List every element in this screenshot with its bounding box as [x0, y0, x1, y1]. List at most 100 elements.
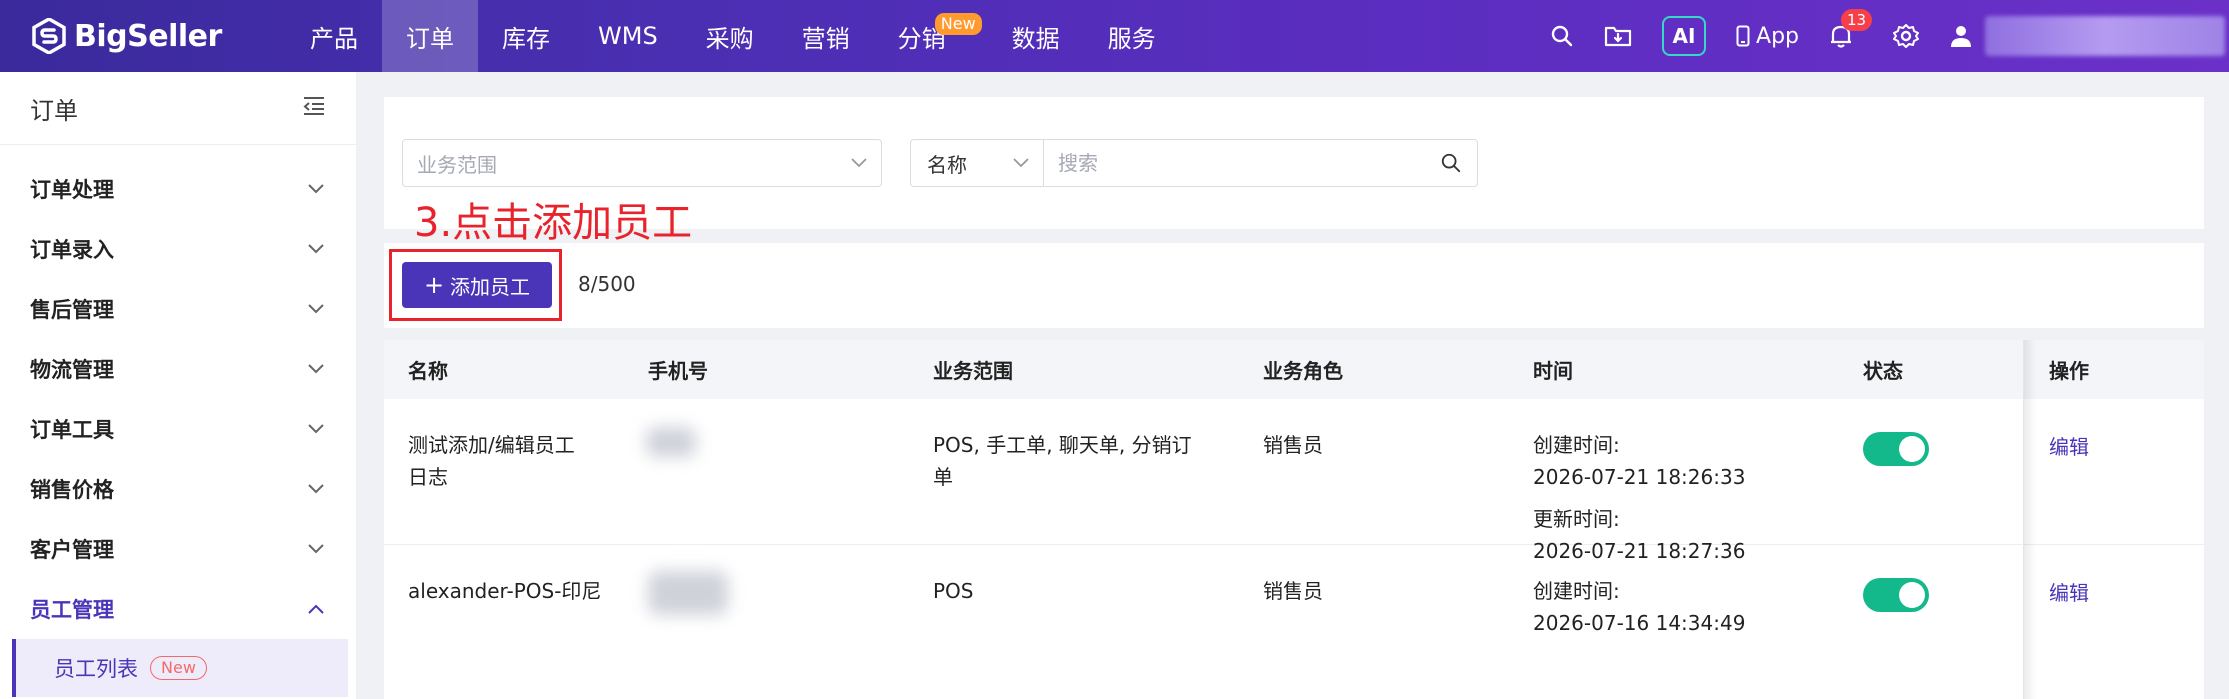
bigseller-logo-icon: [32, 18, 66, 54]
ai-button[interactable]: AI: [1662, 16, 1707, 56]
search-type-select[interactable]: 名称: [911, 140, 1044, 186]
nav-item-data[interactable]: 数据: [988, 0, 1084, 72]
nav-item-orders[interactable]: 订单: [382, 0, 478, 72]
sidebar-subitem-label: 员工列表: [54, 657, 138, 681]
nav-item-purchase[interactable]: 采购: [682, 0, 778, 72]
business-scope-select[interactable]: 业务范围: [402, 139, 882, 187]
top-navigation-bar: BigSeller 产品 订单 库存 WMS 采购 营销 分销 New 数据 服…: [0, 0, 2229, 72]
edit-link[interactable]: 编辑: [2049, 431, 2089, 460]
nav-label: 服务: [1107, 24, 1156, 53]
sidebar-item-customers[interactable]: 客户管理: [0, 519, 356, 579]
created-time: 2026-07-21 18:26:33: [1533, 465, 1746, 489]
time-info: 创建时间: 2026-07-16 14:34:49: [1533, 575, 1745, 639]
chevron-up-icon: [308, 604, 324, 614]
ai-label: AI: [1672, 24, 1696, 48]
business-scope-line: 单: [933, 465, 953, 489]
sidebar-menu: 订单处理 订单录入 售后管理 物流管理 订单工具 销售价格 客户管理 员工管理 …: [0, 145, 356, 697]
business-scope: POS: [933, 579, 974, 603]
chevron-down-icon: [851, 158, 867, 168]
sidebar: 订单 订单处理 订单录入 售后管理 物流管理 订单工具 销售价格 客户管理 员工…: [0, 72, 356, 699]
nav-label: 订单: [406, 24, 454, 53]
table-row: alexander-POS-印尼 POS 销售员 创建时间: 2026-07-1…: [384, 545, 2204, 699]
folder-download-icon[interactable]: [1604, 24, 1632, 48]
nav-item-wms[interactable]: WMS: [574, 0, 682, 72]
notification-count-badge: 13: [1841, 9, 1873, 31]
chevron-down-icon: [308, 424, 324, 434]
mobile-phone-icon: [1736, 25, 1750, 47]
staff-name: alexander-POS-印尼: [408, 579, 602, 603]
chevron-down-icon: [308, 484, 324, 494]
search-group: 名称: [910, 139, 1478, 187]
phone-number-redacted: [648, 571, 728, 615]
sidebar-item-label: 员工管理: [30, 598, 114, 622]
gear-icon[interactable]: [1893, 23, 1919, 49]
user-account-name-redacted[interactable]: [1985, 16, 2225, 56]
bigseller-logo[interactable]: BigSeller: [32, 18, 272, 54]
main-nav: 产品 订单 库存 WMS 采购 营销 分销 New 数据 服务: [286, 0, 1180, 72]
table-row: 测试添加/编辑员工 日志 POS, 手工单, 聊天单, 分销订 单 销售员 创建…: [384, 399, 2204, 563]
nav-label: WMS: [598, 22, 658, 50]
add-staff-label: 添加员工: [450, 274, 531, 299]
sidebar-item-order-processing[interactable]: 订单处理: [0, 159, 356, 219]
staff-name-line: 日志: [408, 465, 448, 489]
nav-item-distribution[interactable]: 分销 New: [874, 0, 982, 72]
created-label: 创建时间:: [1533, 579, 1620, 603]
search-icon[interactable]: [1550, 24, 1574, 48]
user-icon[interactable]: [1949, 24, 1973, 48]
toolbar-panel: [384, 243, 2204, 328]
nav-item-marketing[interactable]: 营销: [778, 0, 874, 72]
sidebar-header: 订单: [0, 72, 356, 145]
column-header-phone: 手机号: [648, 359, 708, 383]
brand-name: BigSeller: [74, 18, 222, 54]
edit-link[interactable]: 编辑: [2049, 577, 2089, 606]
search-input[interactable]: [1044, 140, 1425, 186]
app-button[interactable]: App: [1736, 24, 1799, 49]
chevron-down-icon: [308, 364, 324, 374]
column-header-business-scope: 业务范围: [933, 359, 1013, 383]
status-toggle[interactable]: [1863, 578, 1929, 612]
column-header-business-role: 业务角色: [1263, 359, 1343, 383]
phone-number-redacted: [646, 427, 696, 457]
new-badge: New: [934, 13, 982, 35]
created-time: 2026-07-16 14:34:49: [1533, 611, 1746, 635]
search-icon[interactable]: [1425, 152, 1477, 174]
collapse-menu-icon[interactable]: [302, 96, 326, 120]
sidebar-item-order-entry[interactable]: 订单录入: [0, 219, 356, 279]
table-header: 名称 手机号 业务范围 业务角色 时间 状态 操作: [384, 340, 2204, 399]
sidebar-item-label: 订单工具: [30, 418, 114, 442]
sidebar-item-label: 客户管理: [30, 538, 114, 562]
sidebar-item-sales-price[interactable]: 销售价格: [0, 459, 356, 519]
chevron-down-icon: [308, 244, 324, 254]
app-label: App: [1756, 23, 1799, 49]
nav-label: 产品: [310, 24, 358, 53]
business-scope-line: POS, 手工单, 聊天单, 分销订: [933, 433, 1192, 457]
sidebar-item-staff-management[interactable]: 员工管理: [0, 579, 356, 639]
staff-table: 名称 手机号 业务范围 业务角色 时间 状态 操作 测试添加/编辑员工 日志 P…: [384, 340, 2204, 699]
nav-item-products[interactable]: 产品: [286, 0, 382, 72]
nav-item-services[interactable]: 服务: [1084, 0, 1180, 72]
column-header-name: 名称: [408, 359, 448, 383]
sidebar-subitem-staff-list[interactable]: 员工列表 New: [12, 639, 348, 697]
sidebar-item-label: 售后管理: [30, 298, 114, 322]
sidebar-item-after-sales[interactable]: 售后管理: [0, 279, 356, 339]
bell-icon[interactable]: 13: [1829, 9, 1873, 49]
plus-icon: +: [423, 271, 445, 299]
nav-label: 采购: [705, 24, 754, 53]
nav-label: 营销: [801, 24, 850, 53]
add-staff-button[interactable]: + 添加员工: [402, 262, 552, 308]
column-header-status: 状态: [1863, 359, 1903, 383]
nav-item-inventory[interactable]: 库存: [478, 0, 574, 72]
sidebar-item-label: 订单录入: [30, 238, 114, 262]
business-scope: POS, 手工单, 聊天单, 分销订 单: [933, 429, 1192, 493]
actions-column-shadow: [2024, 340, 2036, 699]
staff-name: 测试添加/编辑员工 日志: [408, 429, 575, 493]
staff-name-line: 测试添加/编辑员工: [408, 433, 575, 457]
sidebar-item-logistics[interactable]: 物流管理: [0, 339, 356, 399]
column-header-actions: 操作: [2049, 359, 2089, 383]
nav-label: 库存: [502, 24, 550, 53]
chevron-down-icon: [1013, 158, 1029, 168]
sidebar-item-order-tools[interactable]: 订单工具: [0, 399, 356, 459]
business-role: 销售员: [1263, 579, 1323, 603]
status-toggle[interactable]: [1863, 432, 1929, 466]
sidebar-title: 订单: [30, 96, 78, 125]
